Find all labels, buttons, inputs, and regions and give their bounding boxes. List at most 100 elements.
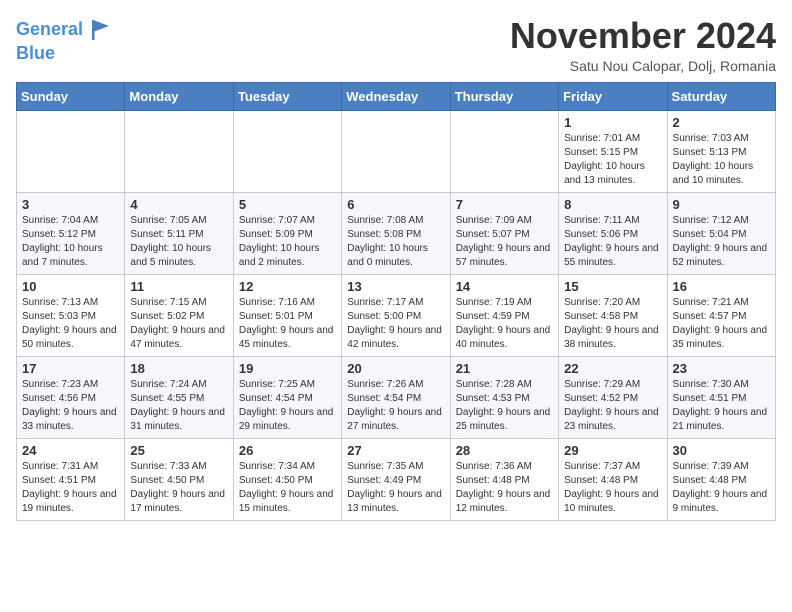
- calendar-cell: [450, 110, 558, 192]
- day-number: 5: [239, 197, 336, 212]
- day-of-week-header: Sunday: [17, 82, 125, 110]
- calendar-week-row: 10Sunrise: 7:13 AM Sunset: 5:03 PM Dayli…: [17, 274, 776, 356]
- day-of-week-header: Thursday: [450, 82, 558, 110]
- calendar-cell: [125, 110, 233, 192]
- day-info: Sunrise: 7:09 AM Sunset: 5:07 PM Dayligh…: [456, 214, 553, 270]
- day-info: Sunrise: 7:35 AM Sunset: 4:49 PM Dayligh…: [347, 460, 444, 516]
- month-title: November 2024: [510, 16, 776, 56]
- day-info: Sunrise: 7:25 AM Sunset: 4:54 PM Dayligh…: [239, 378, 336, 434]
- calendar-cell: [233, 110, 341, 192]
- logo: General Blue: [16, 16, 115, 64]
- day-number: 8: [564, 197, 661, 212]
- day-number: 6: [347, 197, 444, 212]
- day-info: Sunrise: 7:33 AM Sunset: 4:50 PM Dayligh…: [130, 460, 227, 516]
- day-number: 1: [564, 115, 661, 130]
- day-info: Sunrise: 7:04 AM Sunset: 5:12 PM Dayligh…: [22, 214, 119, 270]
- day-number: 9: [673, 197, 770, 212]
- calendar-cell: 13Sunrise: 7:17 AM Sunset: 5:00 PM Dayli…: [342, 274, 450, 356]
- day-number: 11: [130, 279, 227, 294]
- header: General Blue November 2024 Satu Nou Calo…: [16, 16, 776, 74]
- day-info: Sunrise: 7:24 AM Sunset: 4:55 PM Dayligh…: [130, 378, 227, 434]
- day-info: Sunrise: 7:28 AM Sunset: 4:53 PM Dayligh…: [456, 378, 553, 434]
- day-info: Sunrise: 7:08 AM Sunset: 5:08 PM Dayligh…: [347, 214, 444, 270]
- day-number: 20: [347, 361, 444, 376]
- day-info: Sunrise: 7:13 AM Sunset: 5:03 PM Dayligh…: [22, 296, 119, 352]
- calendar-cell: 10Sunrise: 7:13 AM Sunset: 5:03 PM Dayli…: [17, 274, 125, 356]
- calendar-cell: 14Sunrise: 7:19 AM Sunset: 4:59 PM Dayli…: [450, 274, 558, 356]
- calendar: SundayMondayTuesdayWednesdayThursdayFrid…: [16, 82, 776, 521]
- day-info: Sunrise: 7:39 AM Sunset: 4:48 PM Dayligh…: [673, 460, 770, 516]
- day-info: Sunrise: 7:11 AM Sunset: 5:06 PM Dayligh…: [564, 214, 661, 270]
- calendar-cell: 9 Sunrise: 7:12 AM Sunset: 5:04 PM Daylig…: [667, 192, 775, 274]
- page: General Blue November 2024 Satu Nou Calo…: [0, 0, 792, 537]
- day-of-week-header: Monday: [125, 82, 233, 110]
- day-number: 13: [347, 279, 444, 294]
- day-info: Sunrise: 7:20 AM Sunset: 4:58 PM Dayligh…: [564, 296, 661, 352]
- calendar-cell: 21 Sunrise: 7:28 AM Sunset: 4:53 PM Dayli…: [450, 356, 558, 438]
- calendar-cell: 17Sunrise: 7:23 AM Sunset: 4:56 PM Dayli…: [17, 356, 125, 438]
- calendar-cell: 2 Sunrise: 7:03 AM Sunset: 5:13 PM Daylig…: [667, 110, 775, 192]
- calendar-cell: 26 Sunrise: 7:34 AM Sunset: 4:50 PM Dayli…: [233, 438, 341, 520]
- day-number: 30: [673, 443, 770, 458]
- day-info: Sunrise: 7:26 AM Sunset: 4:54 PM Dayligh…: [347, 378, 444, 434]
- day-number: 16: [673, 279, 770, 294]
- day-number: 19: [239, 361, 336, 376]
- calendar-cell: 12Sunrise: 7:16 AM Sunset: 5:01 PM Dayli…: [233, 274, 341, 356]
- day-of-week-header: Saturday: [667, 82, 775, 110]
- day-number: 4: [130, 197, 227, 212]
- day-info: Sunrise: 7:36 AM Sunset: 4:48 PM Dayligh…: [456, 460, 553, 516]
- day-number: 25: [130, 443, 227, 458]
- day-number: 29: [564, 443, 661, 458]
- logo-icon: [87, 16, 115, 44]
- day-info: Sunrise: 7:34 AM Sunset: 4:50 PM Dayligh…: [239, 460, 336, 516]
- day-number: 21: [456, 361, 553, 376]
- logo-text: General: [16, 20, 83, 40]
- calendar-cell: [342, 110, 450, 192]
- calendar-week-row: 3Sunrise: 7:04 AM Sunset: 5:12 PM Daylig…: [17, 192, 776, 274]
- calendar-cell: 18Sunrise: 7:24 AM Sunset: 4:55 PM Dayli…: [125, 356, 233, 438]
- title-block: November 2024 Satu Nou Calopar, Dolj, Ro…: [510, 16, 776, 74]
- day-of-week-header: Wednesday: [342, 82, 450, 110]
- calendar-cell: 28 Sunrise: 7:36 AM Sunset: 4:48 PM Dayli…: [450, 438, 558, 520]
- day-info: Sunrise: 7:19 AM Sunset: 4:59 PM Dayligh…: [456, 296, 553, 352]
- calendar-cell: 22 Sunrise: 7:29 AM Sunset: 4:52 PM Dayli…: [559, 356, 667, 438]
- calendar-week-row: 17Sunrise: 7:23 AM Sunset: 4:56 PM Dayli…: [17, 356, 776, 438]
- calendar-cell: 11 Sunrise: 7:15 AM Sunset: 5:02 PM Dayli…: [125, 274, 233, 356]
- day-number: 24: [22, 443, 119, 458]
- day-info: Sunrise: 7:37 AM Sunset: 4:48 PM Dayligh…: [564, 460, 661, 516]
- day-number: 15: [564, 279, 661, 294]
- day-info: Sunrise: 7:31 AM Sunset: 4:51 PM Dayligh…: [22, 460, 119, 516]
- day-number: 7: [456, 197, 553, 212]
- calendar-cell: 25 Sunrise: 7:33 AM Sunset: 4:50 PM Dayli…: [125, 438, 233, 520]
- day-info: Sunrise: 7:15 AM Sunset: 5:02 PM Dayligh…: [130, 296, 227, 352]
- calendar-cell: 24 Sunrise: 7:31 AM Sunset: 4:51 PM Dayli…: [17, 438, 125, 520]
- day-info: Sunrise: 7:21 AM Sunset: 4:57 PM Dayligh…: [673, 296, 770, 352]
- location: Satu Nou Calopar, Dolj, Romania: [510, 58, 776, 74]
- calendar-cell: 29 Sunrise: 7:37 AM Sunset: 4:48 PM Dayli…: [559, 438, 667, 520]
- day-number: 23: [673, 361, 770, 376]
- day-info: Sunrise: 7:23 AM Sunset: 4:56 PM Dayligh…: [22, 378, 119, 434]
- day-info: Sunrise: 7:30 AM Sunset: 4:51 PM Dayligh…: [673, 378, 770, 434]
- calendar-cell: 19 Sunrise: 7:25 AM Sunset: 4:54 PM Dayli…: [233, 356, 341, 438]
- calendar-cell: [17, 110, 125, 192]
- calendar-cell: 23 Sunrise: 7:30 AM Sunset: 4:51 PM Dayli…: [667, 356, 775, 438]
- calendar-cell: 8 Sunrise: 7:11 AM Sunset: 5:06 PM Daylig…: [559, 192, 667, 274]
- day-info: Sunrise: 7:01 AM Sunset: 5:15 PM Dayligh…: [564, 132, 661, 188]
- calendar-cell: 4 Sunrise: 7:05 AM Sunset: 5:11 PM Daylig…: [125, 192, 233, 274]
- day-info: Sunrise: 7:03 AM Sunset: 5:13 PM Dayligh…: [673, 132, 770, 188]
- calendar-cell: 5 Sunrise: 7:07 AM Sunset: 5:09 PM Daylig…: [233, 192, 341, 274]
- day-of-week-header: Tuesday: [233, 82, 341, 110]
- day-number: 22: [564, 361, 661, 376]
- day-info: Sunrise: 7:07 AM Sunset: 5:09 PM Dayligh…: [239, 214, 336, 270]
- calendar-cell: 30 Sunrise: 7:39 AM Sunset: 4:48 PM Dayli…: [667, 438, 775, 520]
- day-of-week-header: Friday: [559, 82, 667, 110]
- day-info: Sunrise: 7:29 AM Sunset: 4:52 PM Dayligh…: [564, 378, 661, 434]
- calendar-week-row: 24 Sunrise: 7:31 AM Sunset: 4:51 PM Dayli…: [17, 438, 776, 520]
- day-number: 28: [456, 443, 553, 458]
- calendar-cell: 1 Sunrise: 7:01 AM Sunset: 5:15 PM Daylig…: [559, 110, 667, 192]
- calendar-cell: 3Sunrise: 7:04 AM Sunset: 5:12 PM Daylig…: [17, 192, 125, 274]
- day-number: 26: [239, 443, 336, 458]
- day-info: Sunrise: 7:05 AM Sunset: 5:11 PM Dayligh…: [130, 214, 227, 270]
- day-info: Sunrise: 7:12 AM Sunset: 5:04 PM Dayligh…: [673, 214, 770, 270]
- day-number: 2: [673, 115, 770, 130]
